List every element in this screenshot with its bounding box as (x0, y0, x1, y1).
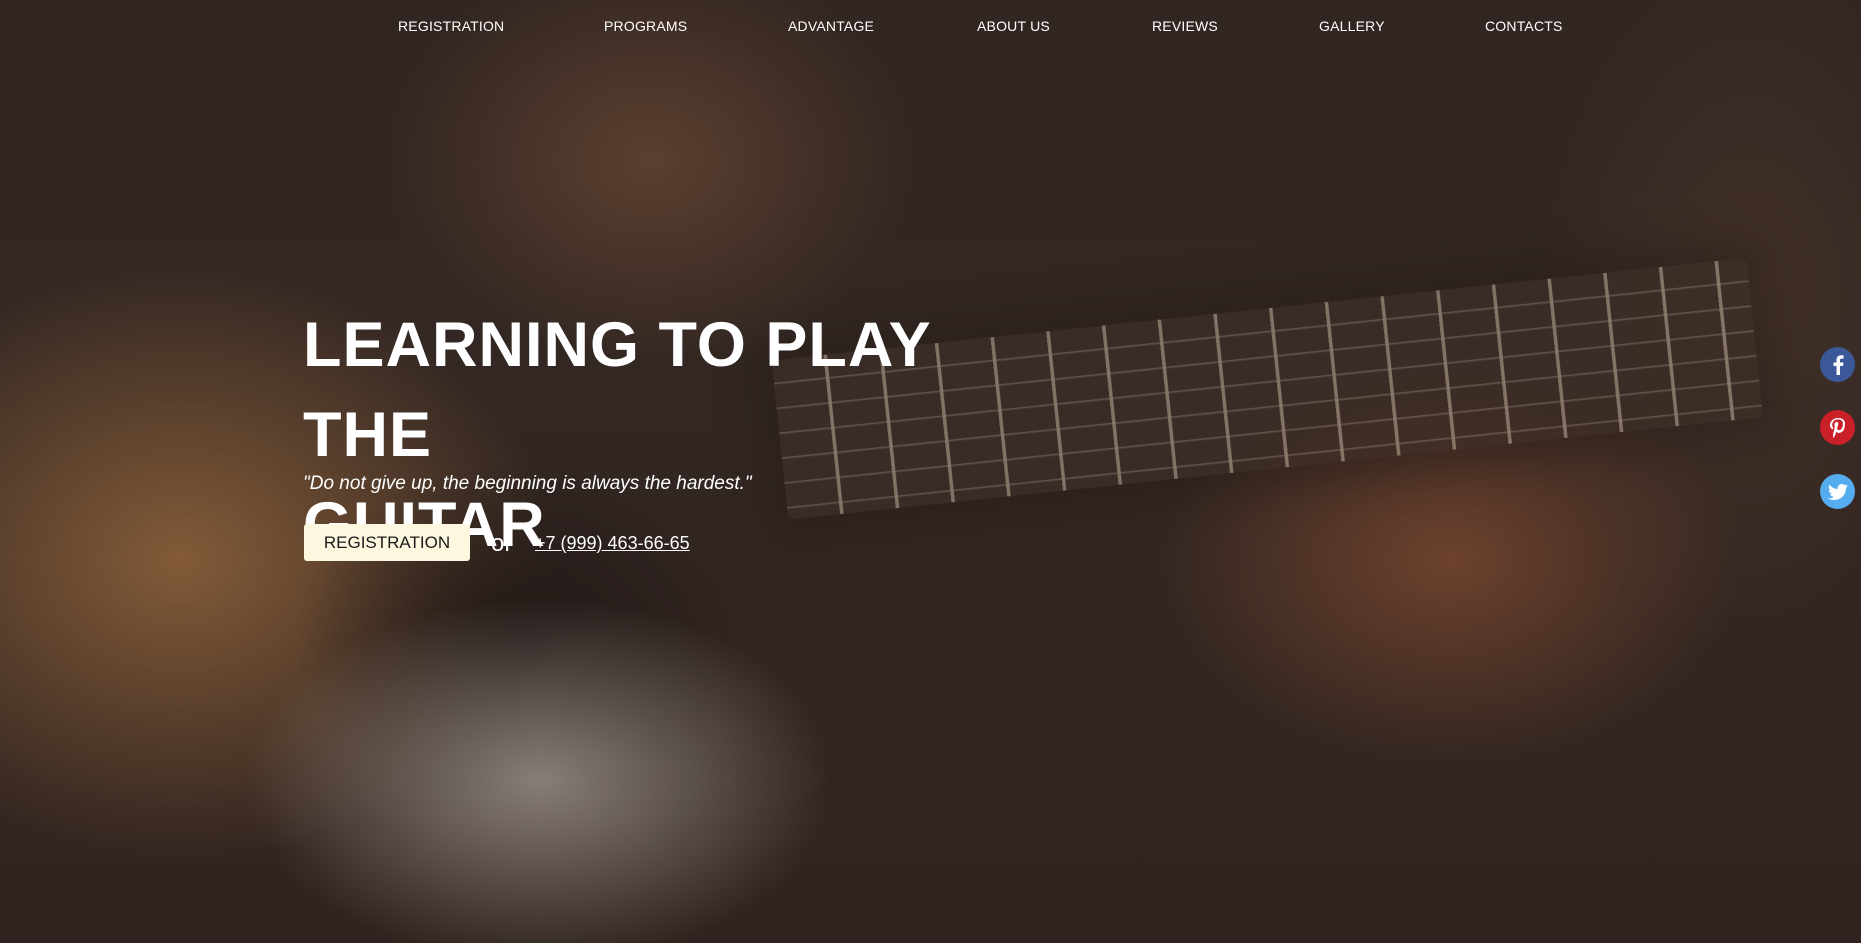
pinterest-icon (1829, 417, 1847, 438)
nav-item-contacts[interactable]: CONTACTS (1485, 18, 1563, 34)
or-separator: or (491, 530, 513, 557)
nav-item-programs[interactable]: PROGRAMS (604, 18, 687, 34)
nav-item-advantage[interactable]: ADVANTAGE (788, 18, 874, 34)
hero-quote: "Do not give up, the beginning is always… (303, 473, 752, 494)
nav-item-about-us[interactable]: ABOUT US (977, 18, 1050, 34)
twitter-icon (1827, 483, 1848, 500)
nav-item-reviews[interactable]: REVIEWS (1152, 18, 1218, 34)
facebook-icon (1831, 354, 1845, 375)
facebook-share-button[interactable] (1820, 347, 1855, 382)
top-navigation: REGISTRATION PROGRAMS ADVANTAGE ABOUT US… (0, 0, 1861, 52)
nav-item-registration[interactable]: REGISTRATION (398, 18, 504, 34)
nav-item-gallery[interactable]: GALLERY (1319, 18, 1385, 34)
registration-button[interactable]: REGISTRATION (304, 524, 470, 561)
pinterest-share-button[interactable] (1820, 410, 1855, 445)
twitter-share-button[interactable] (1820, 474, 1855, 509)
page-title-line-1: LEARNING TO PLAY THE (303, 310, 931, 470)
phone-link[interactable]: +7 (999) 463-66-65 (535, 533, 690, 554)
